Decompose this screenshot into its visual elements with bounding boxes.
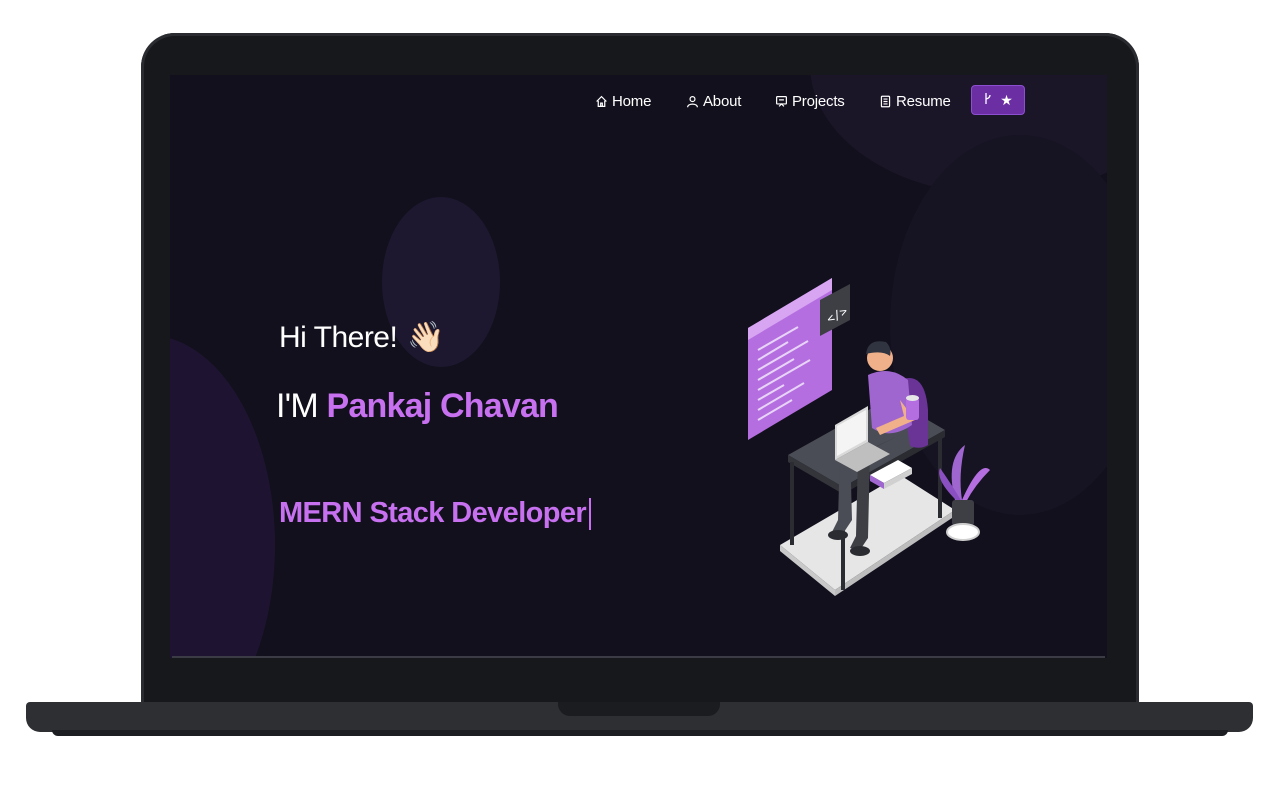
- screen-bezel-line: [172, 656, 1105, 658]
- laptop-notch: [558, 702, 720, 716]
- nav-item-projects[interactable]: Projects: [775, 91, 845, 111]
- github-star-button[interactable]: ★: [971, 85, 1025, 115]
- nav-item-resume[interactable]: Resume: [879, 91, 951, 111]
- nav-item-about[interactable]: About: [686, 91, 741, 111]
- hero-intro: I'M Pankaj Chavan: [276, 387, 559, 426]
- typewriter-role: MERN Stack Developer: [279, 497, 592, 530]
- star-icon: ★: [1000, 91, 1013, 108]
- hero-name: Pankaj Chavan: [326, 387, 559, 425]
- user-icon: [686, 95, 699, 108]
- developer-illustration: </>: [748, 278, 990, 596]
- nav-item-label: Projects: [792, 92, 845, 110]
- git-fork-icon: [983, 92, 993, 108]
- plant-pot: [952, 500, 974, 526]
- navbar: Home About Projects Resume ★: [170, 75, 1107, 125]
- background-blob: [170, 335, 275, 658]
- document-icon: [879, 95, 892, 108]
- nav-item-label: Home: [612, 92, 652, 110]
- home-icon: [595, 95, 608, 108]
- nav-item-label: Resume: [896, 92, 951, 110]
- nav-item-label: About: [703, 92, 742, 110]
- intro-prefix: I'M: [276, 387, 319, 425]
- projects-icon: [775, 95, 788, 108]
- laptop-base-shadow: [52, 730, 1228, 736]
- greeting-text: Hi There!: [279, 320, 398, 354]
- typewriter-cursor: [589, 497, 592, 530]
- waving-hand-icon: 👋🏻: [407, 321, 445, 354]
- laptop-screen: Home About Projects Resume ★ Hi There! 👋…: [170, 75, 1107, 658]
- hero-greeting: Hi There! 👋🏻: [279, 320, 445, 355]
- typewriter-text: MERN Stack Developer: [279, 497, 587, 529]
- nav-item-home[interactable]: Home: [595, 91, 651, 111]
